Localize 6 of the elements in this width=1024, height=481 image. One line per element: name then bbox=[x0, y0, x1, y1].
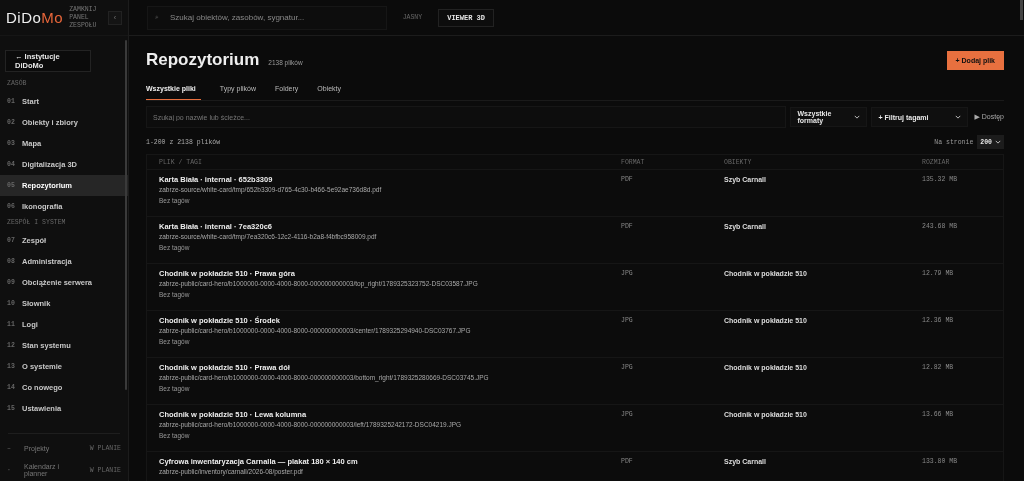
chevron-icon bbox=[995, 140, 1001, 144]
chevron-icon bbox=[854, 115, 861, 119]
page-title: Repozytorium bbox=[146, 50, 260, 70]
chevron-icon bbox=[955, 115, 962, 119]
logo: DiDoMo bbox=[6, 9, 64, 27]
scrollbar bbox=[1020, 0, 1023, 20]
